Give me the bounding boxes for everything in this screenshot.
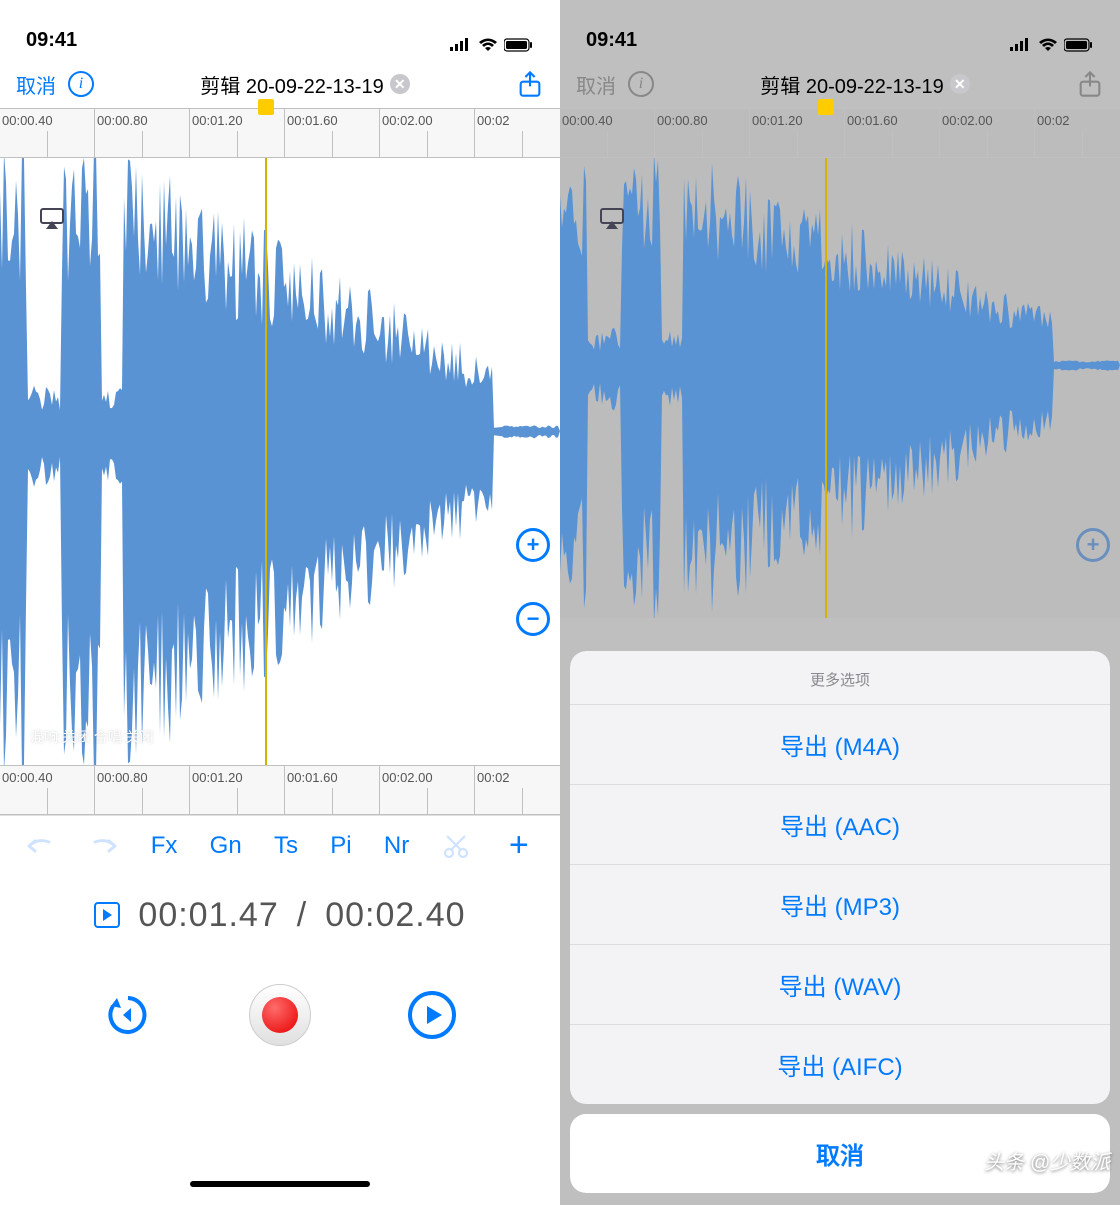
ruler-tick: 00:02.00 — [380, 109, 475, 157]
play-button[interactable] — [401, 984, 463, 1046]
redo-button[interactable] — [88, 831, 118, 861]
transport-controls — [0, 955, 560, 1075]
pitch-button[interactable]: Pi — [330, 832, 351, 860]
zoom-controls: + − — [516, 528, 550, 636]
fx-button[interactable]: Fx — [151, 832, 178, 860]
ruler-tick: 00:02 — [475, 766, 560, 814]
cancel-button[interactable]: 取消 — [16, 70, 56, 99]
waveform — [560, 158, 1120, 618]
export-m4a-button[interactable]: 导出 (M4A) — [570, 705, 1110, 785]
wifi-icon — [1038, 38, 1058, 52]
export-aifc-button[interactable]: 导出 (AIFC) — [570, 1025, 1110, 1104]
export-mp3-button[interactable]: 导出 (MP3) — [570, 865, 1110, 945]
airplay-icon[interactable] — [40, 208, 64, 230]
current-time: 00:01.47 — [138, 896, 278, 935]
clear-title-button[interactable]: ✕ — [390, 74, 410, 94]
ruler-tick: 00:00.40 — [0, 766, 95, 814]
ruler-tick: 00:00.80 — [95, 766, 190, 814]
info-button[interactable]: i — [628, 71, 654, 97]
ruler-tick: 00:00.40 — [0, 109, 95, 157]
ruler-tick: 00:02 — [1035, 109, 1120, 157]
record-button[interactable] — [249, 984, 311, 1046]
battery-icon — [1064, 38, 1094, 52]
page-title: 剪辑 20-09-22-13-19 — [760, 70, 943, 99]
action-sheet-main: 更多选项 导出 (M4A) 导出 (AAC) 导出 (MP3) 导出 (WAV)… — [570, 651, 1110, 1104]
add-button[interactable]: + — [504, 831, 534, 861]
zoom-in-button[interactable]: + — [516, 528, 550, 562]
status-icons — [450, 38, 534, 52]
playhead-marker — [818, 99, 834, 115]
ruler-tick: 00:00.40 — [560, 109, 655, 157]
action-sheet: 更多选项 导出 (M4A) 导出 (AAC) 导出 (MP3) 导出 (WAV)… — [570, 651, 1110, 1193]
gain-button[interactable]: Gn — [210, 832, 242, 860]
waveform — [0, 158, 560, 765]
home-indicator[interactable] — [190, 1181, 370, 1187]
playhead-line — [265, 158, 267, 765]
ruler-top: 00:00.40 00:00.80 00:01.20 00:01.60 00:0… — [560, 108, 1120, 158]
undo-button[interactable] — [26, 831, 56, 861]
export-wav-button[interactable]: 导出 (WAV) — [570, 945, 1110, 1025]
ruler-tick: 00:01.60 — [845, 109, 940, 157]
ruler-bottom[interactable]: 00:00.40 00:00.80 00:01.20 00:01.60 00:0… — [0, 765, 560, 815]
ruler-tick: 00:01.20 — [190, 766, 285, 814]
ruler-tick: 00:00.80 — [95, 109, 190, 157]
signal-icon — [450, 38, 472, 52]
ruler-tick: 00:01.60 — [285, 109, 380, 157]
home-indicator-area — [0, 1075, 560, 1205]
zoom-in-button: + — [1076, 528, 1110, 562]
info-button[interactable]: i — [68, 71, 94, 97]
action-sheet-title: 更多选项 — [570, 651, 1110, 705]
ruler-top[interactable]: 00:00.40 00:00.80 00:01.20 00:01.60 00:0… — [0, 108, 560, 158]
export-aac-button[interactable]: 导出 (AAC) — [570, 785, 1110, 865]
wifi-icon — [478, 38, 498, 52]
title-wrap: 剪辑 20-09-22-13-19 ✕ — [106, 70, 504, 99]
time-display: 00:01.47 / 00:02.40 — [0, 875, 560, 955]
status-bar: 09:41 — [560, 0, 1120, 60]
watermark: 头条 @少数派 — [984, 1146, 1110, 1175]
phone-left: 09:41 取消 i 剪辑 20-09-22-13-19 ✕ 00:00.40 … — [0, 0, 560, 1205]
zoom-controls: + — [1076, 528, 1110, 562]
signal-icon — [1010, 38, 1032, 52]
nav-bar: 取消 i 剪辑 20-09-22-13-19 ✕ — [0, 60, 560, 108]
noise-reduction-button[interactable]: Nr — [384, 832, 409, 860]
title-wrap: 剪辑 20-09-22-13-19 ✕ — [666, 70, 1064, 99]
cut-button[interactable] — [441, 831, 471, 861]
ruler-tick: 00:02.00 — [940, 109, 1035, 157]
ruler-tick: 00:02 — [475, 109, 560, 157]
status-time: 09:41 — [26, 29, 77, 52]
cancel-button[interactable]: 取消 — [576, 70, 616, 99]
page-title: 剪辑 20-09-22-13-19 — [200, 70, 383, 99]
ruler-tick: 00:02.00 — [380, 766, 475, 814]
toolbar: Fx Gn Ts Pi Nr + — [0, 815, 560, 875]
play-mode-icon[interactable] — [94, 902, 120, 928]
clear-title-button[interactable]: ✕ — [950, 74, 970, 94]
ruler-tick: 00:00.80 — [655, 109, 750, 157]
playhead-line — [825, 158, 827, 618]
airplay-icon — [600, 208, 624, 230]
zoom-out-button[interactable]: − — [516, 602, 550, 636]
status-bar: 09:41 — [0, 0, 560, 60]
time-separator: / — [297, 896, 307, 935]
playhead-marker[interactable] — [258, 99, 274, 115]
ruler-tick: 00:01.60 — [285, 766, 380, 814]
nav-bar: 取消 i 剪辑 20-09-22-13-19 ✕ — [560, 60, 1120, 108]
share-button[interactable] — [516, 70, 544, 98]
ruler-tick: 00:01.20 — [190, 109, 285, 157]
total-time: 00:02.40 — [325, 896, 465, 935]
status-time: 09:41 — [586, 29, 637, 52]
waveform-view[interactable]: 混响:关闭 合唱:关闭 + − — [0, 158, 560, 765]
ruler-tick: 00:01.20 — [750, 109, 845, 157]
rewind-button[interactable] — [97, 984, 159, 1046]
waveform-view: + — [560, 158, 1120, 618]
status-icons — [1010, 38, 1094, 52]
share-button[interactable] — [1076, 70, 1104, 98]
battery-icon — [504, 38, 534, 52]
timestretch-button[interactable]: Ts — [274, 832, 298, 860]
effects-overlay: 混响:关闭 合唱:关闭 — [30, 727, 154, 747]
